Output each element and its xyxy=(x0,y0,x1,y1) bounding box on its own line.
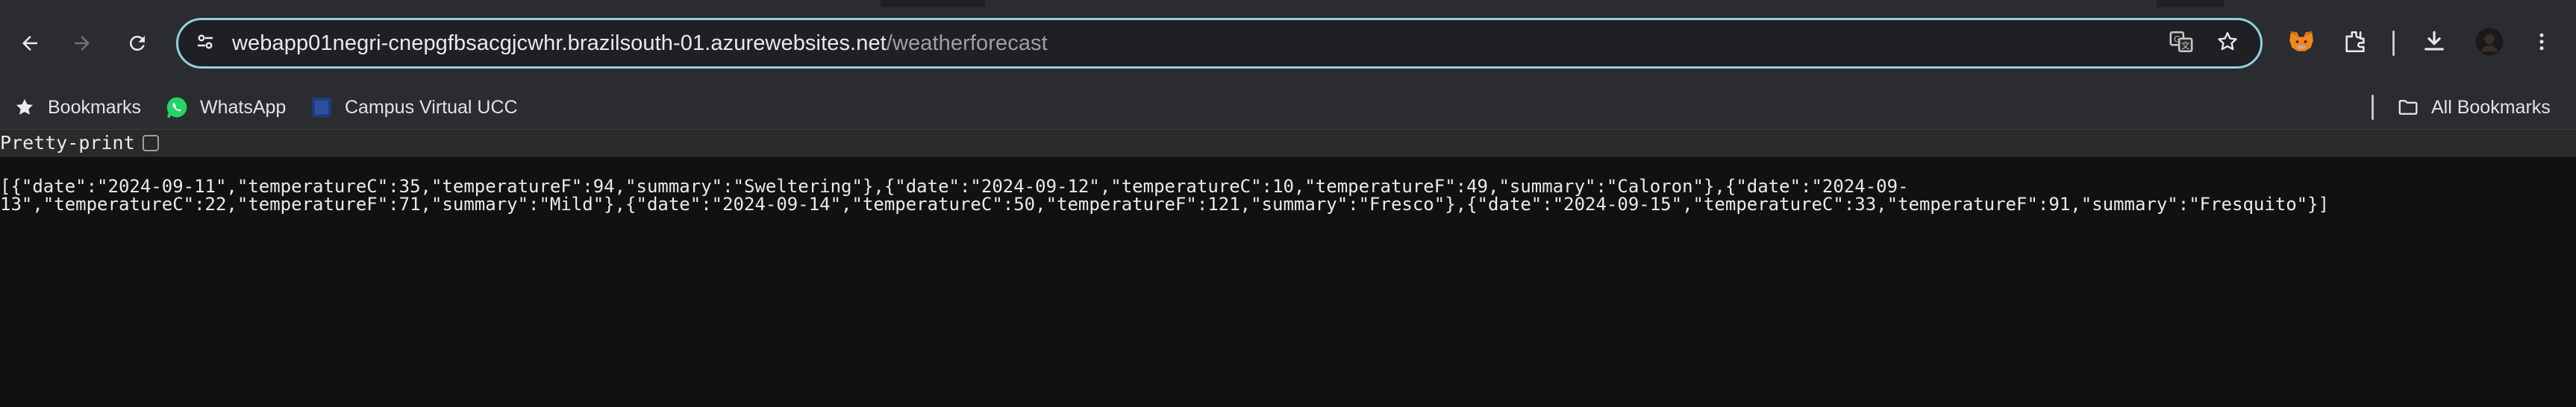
browser-toolbar: webapp01negri-cnepgfbsacgjcwhr.brazilsou… xyxy=(0,0,2576,85)
extensions-button[interactable] xyxy=(2339,27,2372,60)
folder-icon xyxy=(2395,95,2421,120)
bookmark-star-button[interactable] xyxy=(2213,28,2242,58)
page-content: Pretty-print [{"date":"2024-09-11","temp… xyxy=(0,130,2576,407)
tune-icon xyxy=(194,31,216,57)
star-icon xyxy=(12,95,37,120)
kebab-menu-icon xyxy=(2530,31,2553,57)
site-info-button[interactable] xyxy=(190,28,220,58)
pretty-print-bar: Pretty-print xyxy=(0,130,2576,157)
translate-button[interactable]: G 文 xyxy=(2166,28,2196,58)
bookmark-label: Campus Virtual UCC xyxy=(345,96,518,118)
all-bookmarks-label: All Bookmarks xyxy=(2431,96,2551,118)
tab-strip-edge xyxy=(2157,0,2224,7)
json-response: [{"date":"2024-09-11","temperatureC":35,… xyxy=(0,177,2537,213)
profile-button[interactable] xyxy=(2473,27,2506,60)
menu-button[interactable] xyxy=(2525,27,2558,60)
bookmark-label: Bookmarks xyxy=(48,96,142,118)
whatsapp-icon xyxy=(164,95,190,120)
star-icon xyxy=(2216,30,2239,57)
svg-text:文: 文 xyxy=(2181,40,2189,51)
svg-text:G: G xyxy=(2174,34,2180,44)
all-bookmarks-button[interactable]: All Bookmarks xyxy=(2395,91,2551,124)
metamask-extension-button[interactable] xyxy=(2285,27,2318,60)
address-bar[interactable]: webapp01negri-cnepgfbsacgjcwhr.brazilsou… xyxy=(176,18,2263,69)
arrow-left-icon xyxy=(19,32,41,54)
bookmark-whatsapp[interactable]: WhatsApp xyxy=(164,91,286,124)
url-path: /weatherforecast xyxy=(886,31,1048,55)
downloads-button[interactable] xyxy=(2418,27,2451,60)
puzzle-icon xyxy=(2342,29,2368,58)
translate-icon: G 文 xyxy=(2169,29,2194,58)
download-icon xyxy=(2422,29,2447,58)
arrow-right-icon xyxy=(71,32,93,54)
url-host: webapp01negri-cnepgfbsacgjcwhr.brazilsou… xyxy=(232,31,887,55)
json-line: 13","temperatureC":22,"temperatureF":71,… xyxy=(0,194,2330,215)
toolbar-divider xyxy=(2392,31,2395,56)
url-text[interactable]: webapp01negri-cnepgfbsacgjcwhr.brazilsou… xyxy=(232,20,1048,66)
reload-icon xyxy=(126,32,149,54)
pretty-print-label: Pretty-print xyxy=(0,132,135,154)
bookmarks-bar: Bookmarks WhatsApp Campus Virtual UCC Al… xyxy=(0,85,2576,130)
back-button[interactable] xyxy=(9,22,51,64)
tab-strip-edge xyxy=(881,0,985,7)
pretty-print-checkbox[interactable] xyxy=(142,134,159,151)
bookmark-label: WhatsApp xyxy=(200,96,287,118)
site-favicon xyxy=(309,95,334,120)
json-line: [{"date":"2024-09-11","temperatureC":35,… xyxy=(0,176,1909,197)
bookmark-campus-virtual-ucc[interactable]: Campus Virtual UCC xyxy=(309,91,518,124)
fox-extension-icon xyxy=(2287,28,2316,60)
forward-button[interactable] xyxy=(61,22,103,64)
bookmarks-divider xyxy=(2372,95,2374,120)
avatar xyxy=(2475,27,2504,60)
bookmark-bookmarks[interactable]: Bookmarks xyxy=(12,91,141,124)
reload-button[interactable] xyxy=(116,22,158,64)
